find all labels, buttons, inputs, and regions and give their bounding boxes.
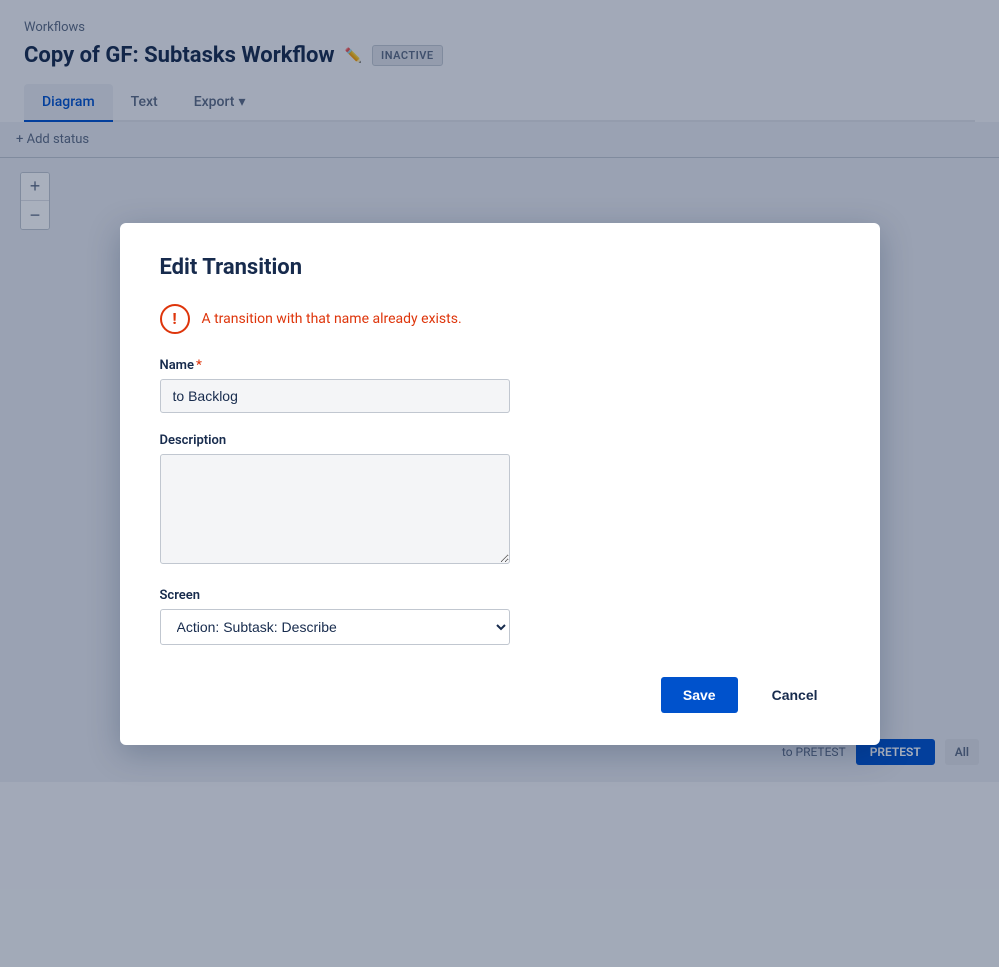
error-banner: ! A transition with that name already ex…	[160, 304, 840, 334]
name-label: Name *	[160, 358, 840, 373]
screen-label: Screen	[160, 588, 840, 603]
name-form-group: Name *	[160, 358, 840, 413]
error-icon: !	[160, 304, 190, 334]
description-label: Description	[160, 433, 840, 448]
modal-overlay: Edit Transition ! A transition with that…	[0, 0, 999, 967]
edit-transition-modal: Edit Transition ! A transition with that…	[120, 223, 880, 745]
description-textarea[interactable]	[160, 454, 510, 564]
modal-footer: Save Cancel	[160, 677, 840, 713]
description-form-group: Description	[160, 433, 840, 568]
error-message: A transition with that name already exis…	[202, 311, 462, 327]
screen-form-group: Screen Action: Subtask: DescribeNoneCrea…	[160, 588, 840, 645]
modal-title: Edit Transition	[160, 255, 840, 280]
cancel-button[interactable]: Cancel	[750, 677, 840, 713]
required-star: *	[196, 358, 202, 373]
screen-select[interactable]: Action: Subtask: DescribeNoneCreate Issu…	[160, 609, 510, 645]
name-input[interactable]	[160, 379, 510, 413]
save-button[interactable]: Save	[661, 677, 738, 713]
